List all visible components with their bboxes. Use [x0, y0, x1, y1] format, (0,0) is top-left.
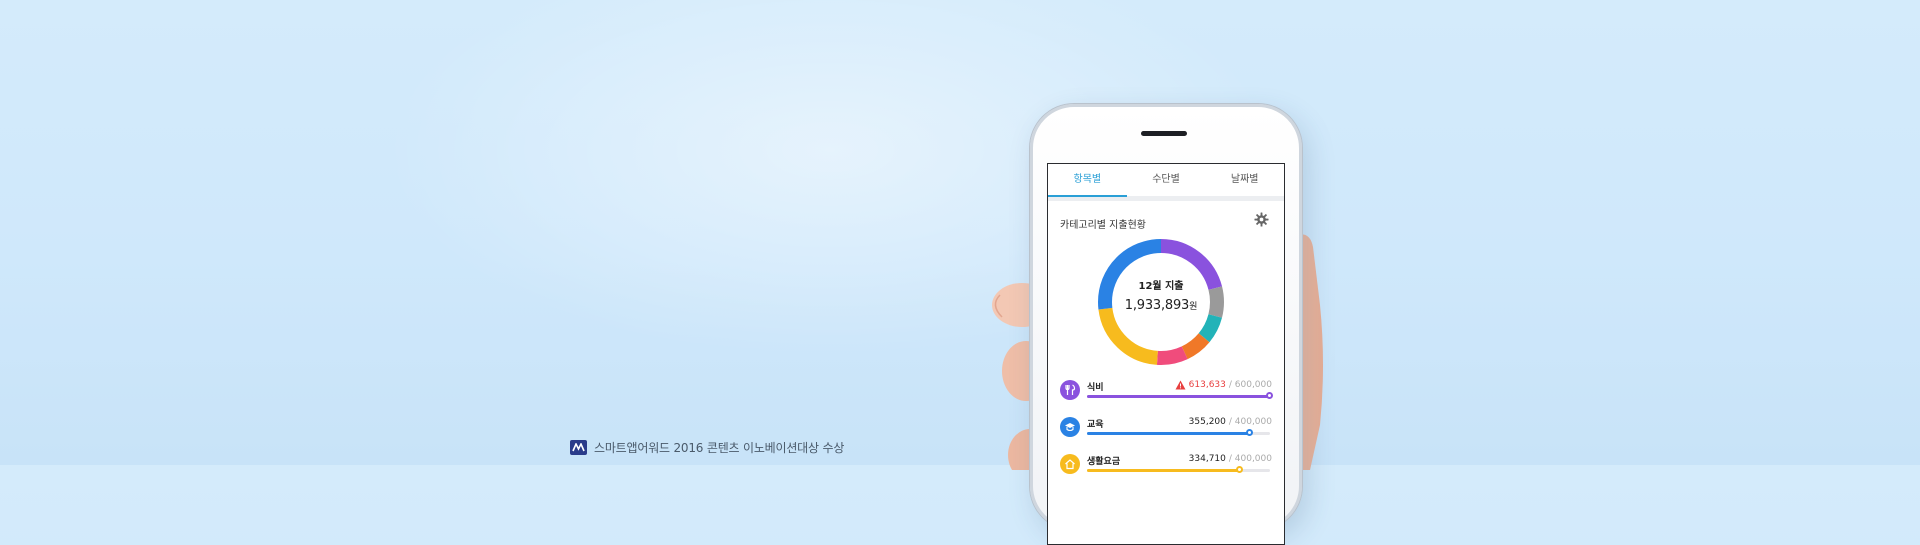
graduation-cap-icon — [1060, 417, 1080, 437]
budget-bar — [1087, 392, 1273, 399]
budget-bar-fill — [1087, 469, 1241, 472]
category-name: 식비 — [1087, 383, 1104, 393]
category-budget: / 600,000 — [1228, 380, 1272, 390]
category-name: 교육 — [1087, 420, 1104, 430]
month-spend-label: 12월 지출 — [1138, 281, 1184, 292]
phone-speaker — [1141, 131, 1187, 136]
tab-by-category[interactable]: 항목별 — [1048, 164, 1127, 197]
category-budget: / 400,000 — [1228, 417, 1272, 427]
category-row-utilities[interactable]: 생활요금 334,710 / 400,000 — [1060, 454, 1274, 484]
award-logo-icon — [570, 439, 587, 455]
category-row-education[interactable]: 교육 355,200 / 400,000 — [1060, 417, 1274, 447]
tab-bar: 항목별 수단별 날짜별 — [1048, 164, 1284, 201]
award-text: 스마트앱어워드 2016 콘텐츠 이노베이션대상 수상 — [594, 440, 845, 455]
category-amount: 613,633 — [1188, 380, 1226, 390]
house-icon — [1060, 454, 1080, 474]
month-spend-value: 1,933,893 — [1124, 298, 1190, 313]
gear-icon[interactable] — [1254, 212, 1269, 227]
budget-bar-knob[interactable] — [1236, 466, 1244, 473]
donut-center: 12월 지출 1,933,893원 — [1096, 277, 1226, 313]
budget-bar-fill — [1087, 432, 1250, 435]
award-caption: 스마트앱어워드 2016 콘텐츠 이노베이션대상 수상 — [570, 438, 844, 456]
category-values: 334,710 / 400,000 — [1189, 454, 1272, 464]
app-screen: 항목별 수단별 날짜별 카테고리별 지출현황 12월 지출 1,933,893원 — [1047, 163, 1285, 545]
category-values: 613,633 / 600,000 — [1175, 380, 1272, 390]
category-values: 355,200 / 400,000 — [1189, 417, 1272, 427]
category-name: 생활요금 — [1087, 457, 1121, 467]
budget-bar-knob[interactable] — [1245, 429, 1253, 436]
category-amount: 355,200 — [1188, 417, 1226, 427]
category-budget: / 400,000 — [1228, 454, 1272, 464]
month-spend-amount: 1,933,893원 — [1096, 298, 1226, 313]
tab-by-method[interactable]: 수단별 — [1127, 164, 1206, 196]
fork-spoon-icon — [1060, 380, 1080, 400]
budget-bar — [1087, 429, 1270, 436]
category-amount: 334,710 — [1188, 454, 1226, 464]
section-title: 카테고리별 지출현황 — [1060, 220, 1146, 231]
tab-by-date[interactable]: 날짜별 — [1205, 164, 1284, 196]
warning-icon — [1175, 380, 1186, 390]
budget-bar — [1087, 466, 1270, 473]
phone-mockup: 항목별 수단별 날짜별 카테고리별 지출현황 12월 지출 1,933,893원 — [1030, 104, 1302, 545]
category-row-food[interactable]: 식비 613,633 / 600,000 — [1060, 380, 1274, 410]
budget-bar-fill — [1087, 395, 1270, 398]
budget-bar-knob[interactable] — [1266, 392, 1273, 399]
currency-unit: 원 — [1189, 302, 1198, 312]
